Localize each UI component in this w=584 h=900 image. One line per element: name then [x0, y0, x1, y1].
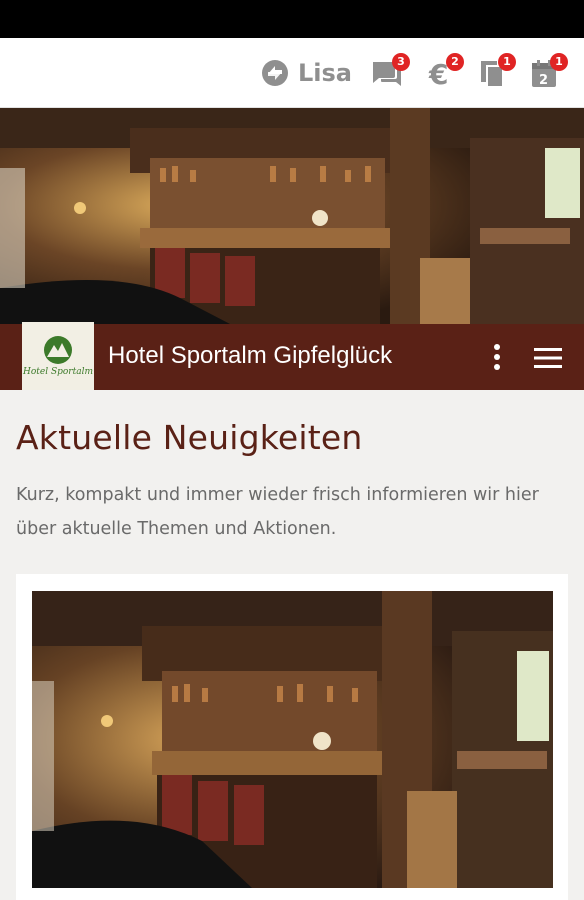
calendar-day: 2: [539, 73, 548, 88]
news-card[interactable]: [16, 574, 568, 900]
calendar-button[interactable]: 2 1: [528, 53, 568, 92]
messages-badge: 3: [392, 53, 410, 71]
sync-icon: [262, 60, 288, 86]
page-description: Kurz, kompakt und immer wieder frisch in…: [16, 485, 539, 539]
menu-icon: [534, 348, 562, 368]
user-profile[interactable]: Lisa: [260, 56, 352, 90]
user-name: Lisa: [298, 59, 352, 87]
menu-button[interactable]: [532, 344, 564, 372]
hotel-logo[interactable]: Hotel Sportalm: [22, 322, 94, 390]
documents-badge: 1: [498, 53, 516, 71]
hero-image: [0, 108, 584, 324]
more-vert-icon: [494, 344, 500, 370]
payments-badge: 2: [446, 53, 464, 71]
payments-button[interactable]: € 2: [424, 53, 464, 92]
calendar-badge: 1: [550, 53, 568, 71]
news-card-image: [32, 591, 553, 888]
hotel-name: Hotel Sportalm Gipfelglück: [108, 342, 393, 369]
mountain-logo-icon: [44, 336, 72, 364]
more-options-button[interactable]: [486, 342, 508, 372]
status-bar: [0, 0, 584, 38]
page-title: Aktuelle Neuigkeiten: [16, 418, 363, 457]
top-toolbar: Lisa 3 € 2 1 2 1: [0, 38, 584, 108]
hotel-header: Hotel Sportalm Hotel Sportalm Gipfelglüc…: [0, 322, 584, 390]
documents-button[interactable]: 1: [476, 53, 516, 92]
messages-button[interactable]: 3: [370, 53, 410, 92]
hotel-logo-text: Hotel Sportalm: [23, 367, 93, 377]
